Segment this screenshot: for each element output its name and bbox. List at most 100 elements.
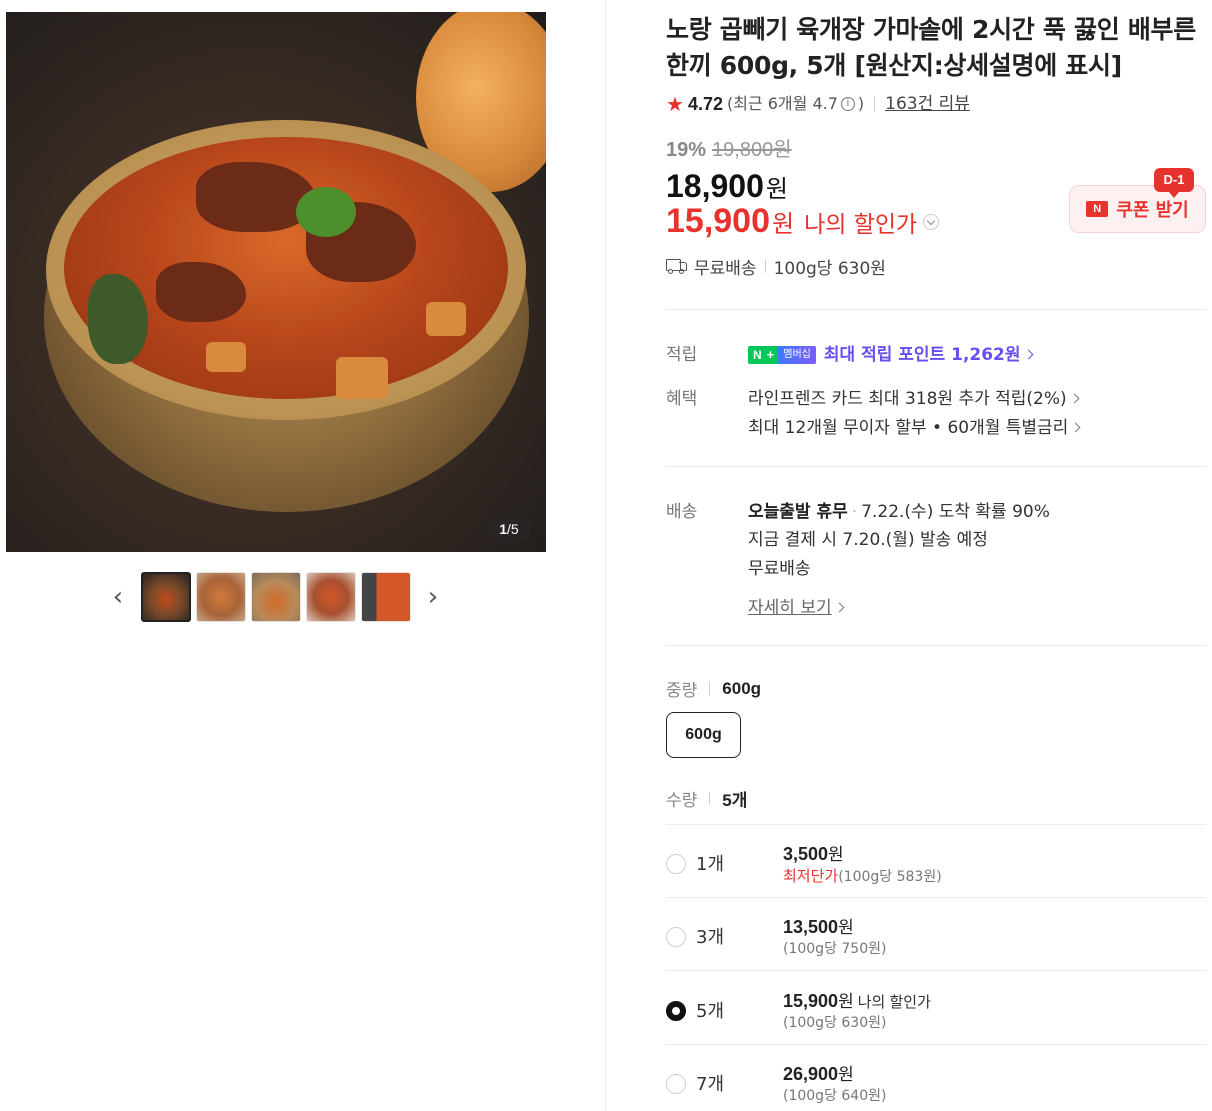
arrival-estimate: 7.22.(수) 도착 확률 90% — [861, 502, 1050, 522]
divider — [709, 682, 711, 695]
sale-price: 18,900원 — [666, 168, 788, 205]
radio-button[interactable] — [666, 1074, 686, 1094]
radio-button-checked[interactable] — [666, 1001, 686, 1021]
thumbnail-5[interactable] — [361, 572, 411, 622]
discount-rate: 19% — [666, 139, 707, 161]
qty-label: 수량 — [666, 791, 698, 811]
chevron-right-icon — [1069, 393, 1080, 404]
detail-link-text: 자세히 보기 — [748, 598, 832, 618]
lowest-unit-price-label: 최저단가 — [783, 867, 839, 885]
quantity-option-label: 수량 5개 — [666, 786, 747, 811]
quantity-option-3[interactable]: 3개 13,500원 (100g당 750원) — [666, 899, 1206, 971]
option-divider — [666, 824, 1206, 825]
quantity-option-1[interactable]: 1개 3,500원 최저단가(100g당 583원) — [666, 826, 1206, 898]
thumb-next-arrow-icon[interactable]: › — [423, 584, 443, 610]
radish-piece — [426, 302, 466, 336]
qty-price: 15,900원 나의 할인가 — [783, 987, 931, 1012]
qty-price-value: 15,900 — [783, 991, 839, 1011]
thumbnail-1[interactable] — [141, 572, 191, 622]
qty-price-value: 13,500 — [783, 917, 839, 937]
divider — [874, 97, 876, 111]
section-divider — [666, 466, 1206, 467]
my-price-value: 15,900 — [666, 202, 770, 240]
rating-row: ★ 4.72 (최근 6개월 4.7 i ) 163건 리뷰 — [666, 92, 970, 116]
my-price-label: 나의 할인가 — [804, 212, 918, 238]
original-price: 19,800원 — [712, 139, 792, 161]
card-benefit-link[interactable]: 라인프렌즈 카드 최대 318원 추가 적립(2%) — [748, 384, 1080, 409]
qty-price: 26,900원 — [783, 1060, 854, 1085]
qty-price-value: 26,900 — [783, 1064, 839, 1084]
thumbnail-3[interactable] — [251, 572, 301, 622]
qty-unit-price: (100g당 630원) — [783, 1015, 887, 1031]
radio-button[interactable] — [666, 927, 686, 947]
product-main-image[interactable]: 1/5 — [6, 12, 546, 552]
qty-price-unit: 원 — [838, 992, 854, 1011]
dot-separator: · — [851, 502, 858, 522]
chevron-right-icon — [1023, 349, 1033, 360]
installment-link[interactable]: 최대 12개월 무이자 할부 • 60개월 특별금리 — [748, 413, 1081, 438]
product-title: 노랑 곱빼기 육개장 가마솥에 2시간 푹 끓인 배부른 한끼 600g, 5개… — [666, 15, 1196, 80]
divider — [764, 259, 766, 273]
weight-label: 중량 — [666, 681, 698, 701]
benefit-label: 혜택 — [666, 389, 698, 409]
option-divider — [666, 1044, 1206, 1045]
quantity-option-5[interactable]: 5개 15,900원 나의 할인가 (100g당 630원) — [666, 973, 1206, 1045]
my-discount-price[interactable]: 15,900 원 나의 할인가 — [666, 202, 940, 241]
unit-price-text: 100g당 630원 — [773, 258, 886, 279]
section-divider — [666, 645, 1206, 646]
weight-option-600g[interactable]: 600g — [666, 712, 741, 758]
delivery-label: 배송 — [666, 502, 698, 522]
coupon-button[interactable]: N 쿠폰 받기 — [1069, 185, 1206, 233]
divider — [709, 792, 711, 805]
delivery-fee: 무료배송 — [748, 559, 811, 579]
qty-unit-price: (100g당 750원) — [783, 941, 887, 957]
scallion-garnish — [296, 187, 356, 237]
rating-recent-end: ) — [857, 94, 865, 113]
dispatch-schedule: 지금 결제 시 7.20.(월) 발송 예정 — [748, 530, 988, 550]
my-price-tag: 나의 할인가 — [857, 994, 931, 1011]
qty-count: 1개 — [696, 854, 725, 875]
qty-sub-text: (100g당 583원) — [838, 869, 942, 885]
free-shipping-text: 무료배송 — [694, 258, 757, 279]
naver-n-icon: N — [1086, 201, 1109, 217]
qty-price-unit: 원 — [828, 845, 844, 864]
sale-price-value: 18,900 — [666, 168, 764, 204]
truck-icon — [666, 258, 688, 274]
chevron-down-icon[interactable] — [923, 214, 940, 230]
qty-count: 5개 — [696, 1001, 725, 1022]
quantity-option-7[interactable]: 7개 26,900원 (100g당 640원) — [666, 1046, 1206, 1111]
review-count-link[interactable]: 163건 리뷰 — [885, 92, 970, 116]
radish-piece — [206, 342, 246, 372]
qty-price: 13,500원 — [783, 913, 854, 938]
np-plus: + — [766, 346, 779, 364]
rating-score: 4.72 — [687, 94, 723, 114]
points-label: 적립 — [666, 345, 698, 365]
qty-count: 7개 — [696, 1074, 725, 1095]
qty-count: 3개 — [696, 927, 725, 948]
original-price-row: 19% 19,800원 — [666, 133, 792, 162]
radio-button[interactable] — [666, 854, 686, 874]
chevron-right-icon — [1070, 422, 1081, 433]
info-icon[interactable]: i — [840, 97, 855, 111]
thumbnail-4[interactable] — [306, 572, 356, 622]
delivery-detail-link[interactable]: 자세히 보기 — [748, 593, 845, 618]
option-divider — [666, 970, 1206, 971]
qty-price-value: 3,500 — [783, 844, 829, 864]
points-row[interactable]: N + 멤버십 최대 적립 포인트 1,262원 — [748, 340, 1033, 365]
qty-unit-price: (100g당 640원) — [783, 1088, 887, 1104]
qty-selected: 5개 — [722, 791, 748, 810]
coupon-deadline-badge: D-1 — [1154, 168, 1194, 198]
qty-price-unit: 원 — [838, 918, 854, 937]
rating-recent: (최근 6개월 4.7 — [726, 94, 838, 113]
qty-price: 3,500원 — [783, 840, 844, 865]
weight-selected: 600g — [722, 678, 762, 698]
column-divider — [605, 0, 606, 1111]
star-icon: ★ — [666, 92, 684, 116]
option-divider — [666, 897, 1206, 898]
today-dispatch-status: 오늘출발 휴무 — [748, 502, 848, 522]
thumb-prev-arrow-icon[interactable]: ‹ — [108, 584, 128, 610]
naver-plus-membership-badge: N + 멤버십 — [748, 346, 816, 364]
section-divider — [666, 309, 1206, 310]
max-points-text: 최대 적립 포인트 1,262원 — [823, 345, 1021, 365]
thumbnail-2[interactable] — [196, 572, 246, 622]
